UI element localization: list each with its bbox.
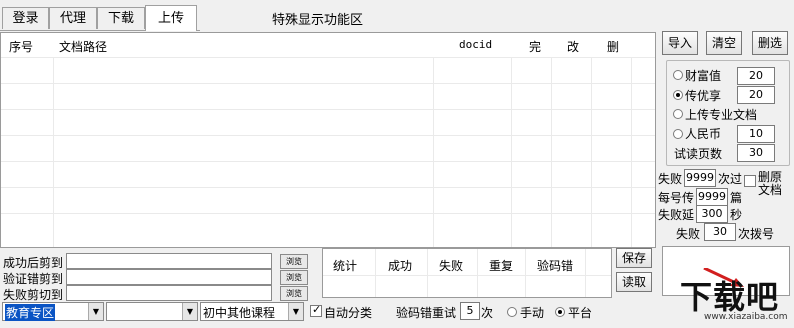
wealth-value[interactable]: 20 [737, 67, 775, 85]
col-docid[interactable]: docid [459, 38, 492, 51]
stats-col-captcha-error: 验码错 [537, 259, 574, 273]
fail-browse-button[interactable]: 浏览 [280, 286, 308, 301]
stats-col-fail: 失败 [439, 259, 464, 273]
upload-type-group: 财富值 20 传优享 20 上传专业文档 人民币 10 试读页数 30 [666, 60, 790, 166]
delete-original-checkbox[interactable] [744, 175, 756, 187]
radio-rmb[interactable] [673, 129, 683, 139]
document-list[interactable]: 序号 文档路径 docid 完 改 删 [0, 32, 656, 248]
radio-wealth[interactable] [673, 70, 683, 80]
tab-download[interactable]: 下载 [97, 7, 145, 29]
grid-line [1, 213, 655, 214]
success-browse-button[interactable]: 浏览 [280, 254, 308, 269]
fail-redial-value[interactable]: 30 [704, 223, 736, 241]
category-select-3[interactable]: 初中其他课程 ▼ [200, 302, 304, 321]
captcha-retry-value[interactable]: 5 [460, 302, 480, 320]
grid-line [375, 249, 376, 297]
per-account-prefix: 每号传 [658, 191, 695, 205]
col-modify[interactable]: 改 [567, 38, 579, 55]
import-button[interactable]: 导入 [662, 31, 698, 55]
radio-professional[interactable] [673, 109, 683, 119]
verify-error-path-label: 验证错剪到 [3, 272, 64, 286]
success-path-input[interactable] [66, 253, 272, 269]
tab-upload[interactable]: 上传 [145, 5, 197, 31]
verify-error-browse-button[interactable]: 浏览 [280, 270, 308, 285]
auto-classify-checkbox[interactable] [310, 303, 322, 317]
grid-line [1, 109, 655, 110]
chevron-down-icon[interactable]: ▼ [88, 303, 103, 320]
fail-path-input[interactable] [66, 285, 272, 301]
radio-platform[interactable] [555, 307, 565, 317]
fail-skip-suffix: 次过 [718, 172, 743, 186]
category-select-3-value: 初中其他课程 [203, 306, 276, 320]
radio-premium[interactable] [673, 90, 683, 100]
success-path-label: 成功后剪到 [3, 256, 64, 270]
rmb-value[interactable]: 10 [737, 125, 775, 143]
captcha-retry-label: 验码错重试 [396, 306, 457, 320]
fail-delay-suffix: 秒 [730, 208, 743, 222]
list-header: 序号 文档路径 docid 完 改 删 [1, 33, 655, 57]
stats-col-success: 成功 [388, 259, 413, 273]
grid-line [551, 57, 552, 247]
stats-col-duplicate: 重复 [489, 259, 514, 273]
fail-skip-value[interactable]: 9999 [684, 169, 716, 187]
grid-line [585, 249, 586, 297]
premium-label: 传优享 [685, 89, 722, 103]
watermark-url: www.xiazaiba.com [704, 312, 788, 322]
grid-line [1, 57, 655, 58]
chevron-down-icon[interactable]: ▼ [182, 303, 197, 320]
read-button[interactable]: 读取 [616, 272, 652, 292]
filter-button[interactable]: 删选 [752, 31, 788, 55]
professional-label: 上传专业文档 [685, 108, 758, 122]
grid-line [1, 83, 655, 84]
delete-original-label-2: 文档 [758, 183, 783, 197]
trial-pages-label: 试读页数 [674, 147, 723, 161]
grid-line [323, 275, 611, 276]
col-index[interactable]: 序号 [9, 38, 33, 55]
radio-manual[interactable] [507, 307, 517, 317]
stats-table: 统计 成功 失败 重复 验码错 [322, 248, 612, 298]
fail-path-label: 失败剪切到 [3, 288, 64, 302]
premium-value[interactable]: 20 [737, 86, 775, 104]
trial-pages-value[interactable]: 30 [737, 144, 775, 162]
watermark: 下载吧 www.xiazaiba.com [660, 266, 794, 325]
save-button[interactable]: 保存 [616, 248, 652, 268]
category-select-1-value: 教育专区 [5, 304, 56, 321]
per-account-value[interactable]: 9999 [696, 188, 728, 206]
tab-proxy[interactable]: 代理 [49, 7, 97, 29]
grid-line [427, 249, 428, 297]
fail-delay-value[interactable]: 300 [696, 205, 728, 223]
clear-button[interactable]: 清空 [706, 31, 742, 55]
col-path[interactable]: 文档路径 [59, 38, 107, 55]
verify-error-path-input[interactable] [66, 269, 272, 285]
fail-skip-prefix: 失败 [658, 172, 683, 186]
grid-line [631, 57, 632, 247]
grid-line [1, 187, 655, 188]
platform-label: 平台 [568, 306, 593, 320]
tab-login[interactable]: 登录 [2, 7, 49, 29]
grid-line [525, 249, 526, 297]
fail-delay-prefix: 失败延 [658, 208, 695, 222]
grid-line [591, 57, 592, 247]
chevron-down-icon[interactable]: ▼ [288, 303, 303, 320]
auto-classify-label: 自动分类 [324, 306, 373, 320]
manual-label: 手动 [520, 306, 545, 320]
special-display-area: 特殊显示功能区 [272, 13, 364, 28]
grid-line [477, 249, 478, 297]
grid-line [433, 57, 434, 247]
stats-col-total: 统计 [333, 259, 358, 273]
per-account-suffix: 篇 [730, 191, 743, 205]
fail-redial-prefix: 失败 [676, 227, 701, 241]
grid-line [1, 135, 655, 136]
grid-line [53, 57, 54, 247]
category-select-1[interactable]: 教育专区 ▼ [2, 302, 104, 321]
wealth-label: 财富值 [685, 69, 722, 83]
rmb-label: 人民币 [685, 127, 722, 141]
grid-line [1, 161, 655, 162]
captcha-retry-suffix: 次 [481, 306, 494, 320]
col-done[interactable]: 完 [529, 38, 541, 55]
category-select-2[interactable]: ▼ [106, 302, 198, 321]
col-delete[interactable]: 删 [607, 38, 619, 55]
fail-redial-suffix: 次拨号 [738, 227, 775, 241]
grid-line [511, 57, 512, 247]
